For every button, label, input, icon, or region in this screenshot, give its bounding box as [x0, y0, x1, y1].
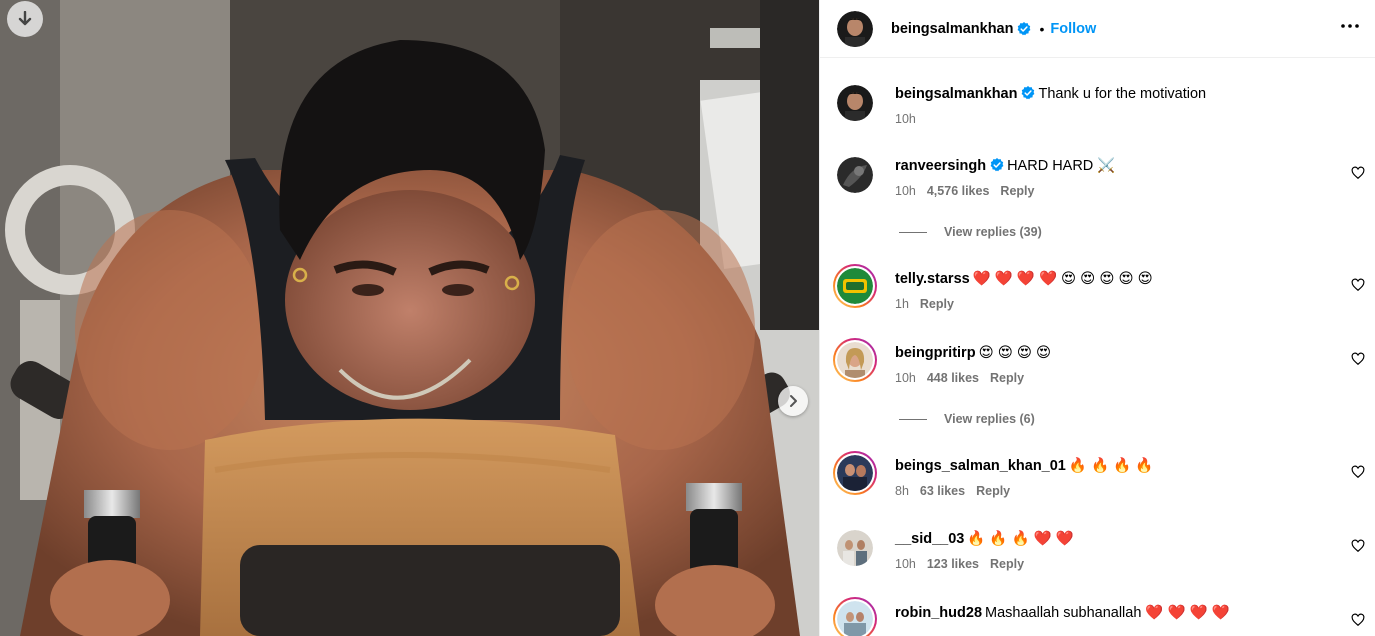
chevron-right-icon — [790, 395, 797, 407]
reply-button[interactable]: Reply — [920, 297, 954, 311]
commenter-avatar — [837, 268, 873, 304]
comment-text: HARD HARD ⚔️ — [1007, 158, 1116, 174]
comment-likes[interactable]: 448 likes — [927, 371, 979, 385]
header-separator: • — [1039, 20, 1045, 37]
comment-username[interactable]: robin_hud28 — [895, 605, 982, 621]
comment-item: beingpritirp 😍 😍 😍 😍 10h 448 likes Reply — [833, 338, 1052, 385]
comment-text: 🔥 🔥 🔥 🔥 — [1068, 458, 1154, 474]
reply-button[interactable]: Reply — [990, 557, 1024, 571]
commenter-avatar — [837, 601, 873, 636]
caption-time: 10h — [895, 112, 916, 126]
comment-likes[interactable]: 123 likes — [927, 557, 979, 571]
story-ring[interactable] — [833, 338, 877, 382]
comment-username[interactable]: ranveersingh — [895, 158, 986, 174]
view-replies-label: View replies (6) — [944, 412, 1035, 426]
reply-button[interactable]: Reply — [990, 371, 1024, 385]
comment-username[interactable]: beings_salman_khan_01 — [895, 458, 1066, 474]
commenter-avatar[interactable] — [837, 157, 873, 193]
post-media — [0, 0, 819, 636]
replies-divider — [899, 418, 927, 420]
comment-username[interactable]: telly.starss — [895, 271, 970, 287]
comment-item: __sid__03 🔥 🔥 🔥 ❤️ ❤️ 10h 123 likes Reply — [837, 530, 1074, 571]
commenter-avatar — [837, 455, 873, 491]
download-button[interactable] — [7, 1, 43, 37]
comment-text: 😍 😍 😍 😍 — [978, 345, 1052, 361]
comment-likes[interactable]: 63 likes — [920, 484, 965, 498]
story-ring[interactable] — [833, 597, 877, 636]
post-dialog: beingsalmankhan • Follow beingsalmankhan… — [0, 0, 1375, 636]
caption-username[interactable]: beingsalmankhan — [895, 86, 1017, 102]
story-ring[interactable] — [833, 451, 877, 495]
comment-text: 🔥 🔥 🔥 ❤️ ❤️ — [967, 531, 1074, 547]
author-username[interactable]: beingsalmankhan — [891, 21, 1013, 37]
commenter-avatar — [837, 342, 873, 378]
heart-icon[interactable] — [1351, 465, 1365, 479]
heart-icon[interactable] — [1351, 613, 1365, 627]
follow-button[interactable]: Follow — [1050, 21, 1096, 37]
caption: beingsalmankhan Thank u for the motivatio… — [837, 85, 1206, 126]
comment-time: 10h — [895, 184, 916, 198]
story-ring[interactable] — [833, 264, 877, 308]
comment-item: ranveersingh HARD HARD ⚔️ 10h 4,576 likes R… — [837, 157, 1115, 198]
author-avatar[interactable] — [837, 10, 873, 47]
comment-item: beings_salman_khan_01 🔥 🔥 🔥 🔥 8h 63 likes R… — [833, 451, 1154, 498]
verified-badge-icon — [1018, 21, 1031, 35]
comment-text: ❤️ ❤️ ❤️ ❤️ 😍 😍 😍 😍 😍 — [972, 271, 1153, 287]
comments-panel: beingsalmankhan • Follow beingsalmankhan… — [819, 0, 1375, 636]
view-replies-button[interactable]: View replies (39) — [899, 225, 1042, 239]
heart-icon[interactable] — [1351, 539, 1365, 553]
heart-icon[interactable] — [1351, 166, 1365, 180]
comment-time: 10h — [895, 371, 916, 385]
view-replies-button[interactable]: View replies (6) — [899, 412, 1035, 426]
reply-button[interactable]: Reply — [976, 484, 1010, 498]
caption-text: Thank u for the motivation — [1038, 86, 1207, 102]
comment-time: 1h — [895, 297, 909, 311]
comment-username[interactable]: __sid__03 — [895, 531, 964, 547]
comment-time: 10h — [895, 557, 916, 571]
replies-divider — [899, 231, 927, 233]
download-icon — [18, 11, 32, 26]
comment-time: 8h — [895, 484, 909, 498]
more-options-icon — [1341, 24, 1359, 28]
more-options-button[interactable] — [1338, 14, 1362, 38]
verified-badge-icon — [990, 158, 1004, 172]
comment-item: robin_hud28 Mashaallah subhanallah ❤️ ❤️ … — [833, 597, 1230, 636]
verified-badge-icon — [1022, 86, 1035, 100]
commenter-avatar[interactable] — [837, 530, 873, 566]
comment-text: Mashaallah subhanallah ❤️ ❤️ ❤️ ❤️ — [985, 605, 1230, 621]
post-photo — [0, 0, 819, 636]
next-slide-button[interactable] — [778, 386, 808, 416]
heart-icon[interactable] — [1351, 352, 1365, 366]
comment-item: telly.starss ❤️ ❤️ ❤️ ❤️ 😍 😍 😍 😍 😍 1h Repl… — [833, 264, 1153, 311]
reply-button[interactable]: Reply — [1000, 184, 1034, 198]
author-avatar[interactable] — [837, 85, 873, 121]
view-replies-label: View replies (39) — [944, 225, 1042, 239]
heart-icon[interactable] — [1351, 278, 1365, 292]
comment-likes[interactable]: 4,576 likes — [927, 184, 990, 198]
comment-username[interactable]: beingpritirp — [895, 345, 976, 361]
post-header: beingsalmankhan • Follow — [820, 0, 1375, 58]
